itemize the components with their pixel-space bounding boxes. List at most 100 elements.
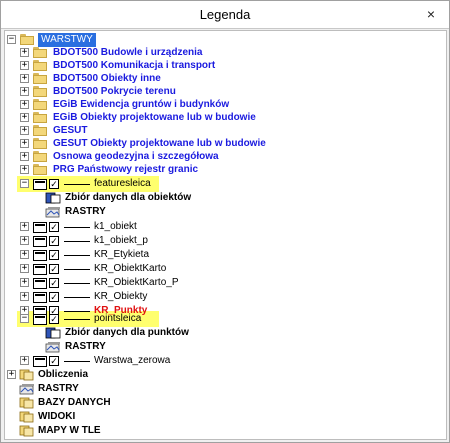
- group-label: Osnowa geodezyjna i szczegółowa: [53, 151, 219, 162]
- title-bar[interactable]: Legenda ×: [1, 1, 449, 29]
- group-row[interactable]: + BDOT500 Komunikacja i transport: [5, 59, 445, 73]
- group-label: PRG Państwowy rejestr granic: [53, 164, 199, 175]
- layer-child-row[interactable]: RASTRY: [5, 340, 445, 354]
- expand-icon[interactable]: +: [20, 152, 29, 161]
- visibility-checkbox[interactable]: ✓: [49, 278, 59, 288]
- expand-icon[interactable]: +: [20, 356, 29, 365]
- layer-row[interactable]: + ✓ Warstwa_zerowa: [5, 354, 445, 368]
- folder-icon: [33, 73, 47, 84]
- close-icon[interactable]: ×: [423, 6, 439, 22]
- folder-icon: [33, 112, 47, 123]
- layer-label: k1_obiekt_p: [94, 235, 148, 246]
- group-label: BDOT500 Pokrycie terenu: [53, 86, 176, 97]
- visibility-checkbox[interactable]: ✓: [49, 236, 59, 246]
- collapse-icon[interactable]: −: [7, 35, 16, 44]
- folder-icon: [33, 86, 47, 97]
- expand-icon[interactable]: +: [20, 165, 29, 174]
- database-icon: [19, 397, 35, 409]
- expand-icon[interactable]: +: [20, 222, 29, 231]
- expand-icon[interactable]: +: [20, 250, 29, 259]
- root-label: WARSTWY: [38, 33, 96, 47]
- layer-row[interactable]: + ✓ KR_Etykieta: [5, 248, 445, 262]
- group-row[interactable]: + GESUT Obiekty projektowane lub w budow…: [5, 137, 445, 151]
- expand-icon[interactable]: +: [20, 126, 29, 135]
- expand-icon[interactable]: +: [20, 113, 29, 122]
- group-row[interactable]: + BDOT500 Pokrycie terenu: [5, 85, 445, 99]
- layer-row[interactable]: + ✓ k1_obiekt_p: [5, 234, 445, 248]
- layer-row[interactable]: + ✓ KR_ObiektKarto: [5, 262, 445, 276]
- group-row[interactable]: + BDOT500 Obiekty inne: [5, 72, 445, 86]
- bazy-danych-row[interactable]: BAZY DANYCH: [5, 396, 445, 410]
- layer-icon: [33, 222, 47, 233]
- dataset-icon: [45, 192, 61, 204]
- visibility-checkbox[interactable]: ✓: [49, 222, 59, 232]
- line-symbol-icon: [64, 255, 90, 256]
- layer-row[interactable]: + ✓ KR_ObiektKarto_P: [5, 276, 445, 290]
- bottom-item-label: MAPY W TLE: [38, 425, 101, 436]
- group-label: EGiB Ewidencja gruntów i budynków: [53, 99, 230, 110]
- expand-icon[interactable]: +: [20, 87, 29, 96]
- expand-icon[interactable]: +: [20, 236, 29, 245]
- mapy-w-tle-row[interactable]: MAPY W TLE: [5, 424, 445, 438]
- expand-icon[interactable]: +: [20, 100, 29, 109]
- raster-label: RASTRY: [65, 341, 106, 352]
- group-row[interactable]: + EGiB Ewidencja gruntów i budynków: [5, 98, 445, 112]
- group-row[interactable]: + BDOT500 Budowle i urządzenia: [5, 46, 445, 60]
- tree-root[interactable]: − WARSTWY: [5, 33, 445, 47]
- visibility-checkbox[interactable]: ✓: [49, 292, 59, 302]
- visibility-checkbox[interactable]: ✓: [49, 264, 59, 274]
- layer-row[interactable]: − ✓ featuresleica: [5, 177, 445, 191]
- widoki-row[interactable]: WIDOKI: [5, 410, 445, 424]
- expand-icon[interactable]: +: [20, 292, 29, 301]
- folder-icon: [33, 60, 47, 71]
- visibility-checkbox[interactable]: ✓: [49, 356, 59, 366]
- line-symbol-icon: [64, 319, 90, 320]
- layer-label: Warstwa_zerowa: [94, 355, 171, 366]
- rastry-row[interactable]: RASTRY: [5, 382, 445, 396]
- collapse-icon[interactable]: −: [20, 179, 29, 188]
- bottom-item-label: WIDOKI: [38, 411, 76, 422]
- layer-row[interactable]: + ✓ k1_obiekt: [5, 220, 445, 234]
- layer-child-row[interactable]: Zbiór danych dla punktów: [5, 326, 445, 340]
- expand-icon[interactable]: +: [20, 139, 29, 148]
- obliczenia-row[interactable]: + Obliczenia: [5, 368, 445, 382]
- group-row[interactable]: + PRG Państwowy rejestr granic: [5, 163, 445, 177]
- layer-label: KR_Obiekty: [94, 291, 148, 302]
- expand-icon[interactable]: +: [20, 48, 29, 57]
- visibility-checkbox[interactable]: ✓: [49, 314, 59, 324]
- line-symbol-icon: [64, 283, 90, 284]
- expand-icon[interactable]: +: [20, 264, 29, 273]
- folder-icon: [33, 99, 47, 110]
- group-label: GESUT: [53, 125, 88, 136]
- layer-icon: [33, 179, 47, 190]
- visibility-checkbox[interactable]: ✓: [49, 250, 59, 260]
- group-label: BDOT500 Budowle i urządzenia: [53, 47, 203, 58]
- expand-icon[interactable]: +: [20, 61, 29, 70]
- bottom-item-label: RASTRY: [38, 383, 79, 394]
- expand-icon[interactable]: +: [20, 278, 29, 287]
- folder-icon: [33, 151, 47, 162]
- layer-icon: [33, 278, 47, 289]
- layer-child-row[interactable]: Zbiór danych dla obiektów: [5, 191, 445, 205]
- dataset-label: Zbiór danych dla punktów: [65, 327, 189, 338]
- dataset-icon: [45, 327, 61, 339]
- group-label: EGiB Obiekty projektowane lub w budowie: [53, 112, 256, 123]
- group-row[interactable]: + Osnowa geodezyjna i szczegółowa: [5, 150, 445, 164]
- folder-icon: [33, 125, 47, 136]
- raster-icon: [19, 383, 35, 395]
- expand-icon[interactable]: +: [20, 74, 29, 83]
- expand-icon[interactable]: +: [7, 370, 16, 379]
- legend-tree[interactable]: − WARSTWY + BDOT500 Budowle i urządzenia…: [4, 30, 447, 440]
- visibility-checkbox[interactable]: ✓: [49, 179, 59, 189]
- layer-child-row[interactable]: RASTRY: [5, 205, 445, 219]
- folder-icon: [33, 138, 47, 149]
- line-symbol-icon: [64, 361, 90, 362]
- folder-icon: [33, 164, 47, 175]
- group-row[interactable]: + GESUT: [5, 124, 445, 138]
- group-row[interactable]: + EGiB Obiekty projektowane lub w budowi…: [5, 111, 445, 125]
- layer-row[interactable]: + ✓ KR_Obiekty: [5, 290, 445, 304]
- collapse-icon[interactable]: −: [20, 314, 29, 323]
- layer-row[interactable]: − ✓ pointsleica: [5, 312, 445, 326]
- layer-label: KR_ObiektKarto: [94, 263, 167, 274]
- group-label: BDOT500 Obiekty inne: [53, 73, 161, 84]
